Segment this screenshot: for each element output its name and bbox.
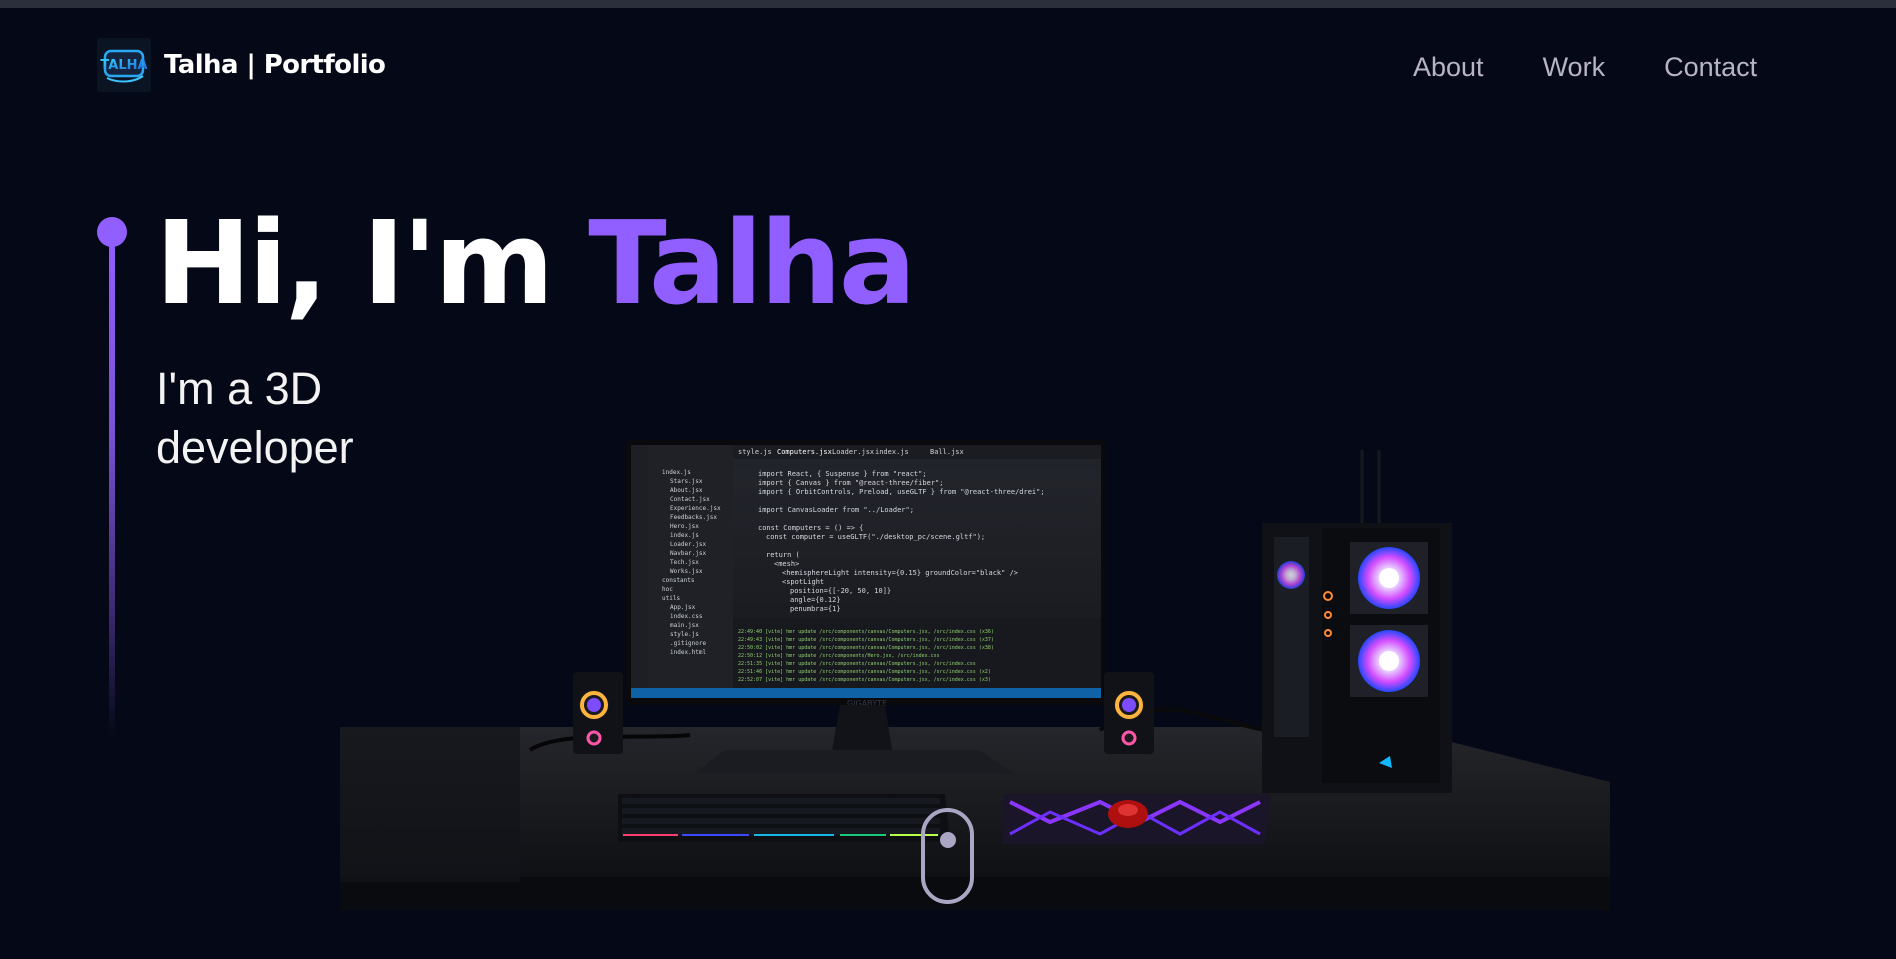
desk-front	[340, 877, 1610, 910]
svg-text:penumbra={1}: penumbra={1}	[790, 605, 841, 613]
svg-text:App.jsx: App.jsx	[670, 604, 696, 611]
right-speaker	[1104, 672, 1154, 754]
svg-text:22:51:35 [vite] hmr update /sr: 22:51:35 [vite] hmr update /src/componen…	[738, 661, 976, 667]
svg-text:.gitignore: .gitignore	[670, 640, 707, 647]
svg-text:Hero.jsx: Hero.jsx	[670, 523, 699, 530]
svg-text:22:49:40 [vite] hmr update /sr: 22:49:40 [vite] hmr update /src/componen…	[738, 629, 994, 635]
svg-text:22:50:12 [vite] hmr update /sr: 22:50:12 [vite] hmr update /src/componen…	[738, 653, 940, 659]
left-speaker	[573, 672, 623, 754]
hero-title-name: Talha	[588, 197, 916, 331]
svg-text:import CanvasLoader from "../L: import CanvasLoader from "../Loader";	[758, 506, 914, 514]
svg-text:Feedbacks.jsx: Feedbacks.jsx	[670, 514, 717, 521]
svg-text:Loader.jsx: Loader.jsx	[832, 448, 874, 456]
svg-text:Navbar.jsx: Navbar.jsx	[670, 550, 707, 557]
svg-text:hoc: hoc	[662, 586, 673, 593]
pc-case	[1262, 450, 1452, 793]
svg-text:style.js: style.js	[670, 631, 699, 638]
svg-text:22:51:46 [vite] hmr update /sr: 22:51:46 [vite] hmr update /src/componen…	[738, 669, 991, 675]
svg-text:index.js: index.js	[875, 448, 909, 456]
svg-text:Contact.jsx: Contact.jsx	[670, 496, 710, 503]
3d-desk-scene[interactable]: style.js Computers.jsx Loader.jsx index.…	[340, 430, 1630, 910]
svg-text:Stars.jsx: Stars.jsx	[670, 478, 703, 485]
svg-text:<hemisphereLight intensity={0.: <hemisphereLight intensity={0.15} ground…	[782, 569, 1018, 577]
monitor-stand	[832, 705, 892, 750]
svg-text:Tech.jsx: Tech.jsx	[670, 559, 699, 566]
svg-text:<mesh>: <mesh>	[774, 560, 799, 568]
svg-text:22:49:43 [vite] hmr update /sr: 22:49:43 [vite] hmr update /src/componen…	[738, 637, 994, 643]
hero-accent-line	[97, 217, 127, 737]
svg-text:import React, { Suspense } fro: import React, { Suspense } from "react";	[758, 470, 927, 478]
svg-text:constants: constants	[662, 577, 695, 584]
svg-text:import { Canvas } from "@react: import { Canvas } from "@react-three/fib…	[758, 479, 943, 487]
svg-text:index.js: index.js	[662, 469, 691, 476]
svg-text:import { OrbitControls, Preloa: import { OrbitControls, Preload, useGLTF…	[758, 488, 1045, 496]
accent-bar	[109, 241, 115, 737]
mouse-scroll-icon[interactable]	[921, 808, 974, 904]
mousepad	[1002, 794, 1270, 844]
svg-text:return (: return (	[766, 551, 800, 559]
svg-text:index.css: index.css	[670, 613, 703, 620]
svg-text:main.jsx: main.jsx	[670, 622, 699, 629]
svg-text:22:50:02 [vite] hmr update /sr: 22:50:02 [vite] hmr update /src/componen…	[738, 645, 994, 651]
svg-text:index.html: index.html	[670, 649, 707, 656]
svg-text:const computer = useGLTF("./de: const computer = useGLTF("./desktop_pc/s…	[766, 533, 985, 541]
svg-text:utils: utils	[662, 595, 680, 602]
svg-text:Ball.jsx: Ball.jsx	[930, 448, 964, 456]
scroll-dot	[940, 832, 956, 848]
hero-section: Hi, I'm Talha I'm a 3D developer style.j…	[0, 0, 1896, 959]
svg-text:About.jsx: About.jsx	[670, 487, 703, 494]
svg-text:Loader.jsx: Loader.jsx	[670, 541, 707, 548]
svg-text:index.js: index.js	[670, 532, 699, 539]
svg-text:position={[-20, 50, 10]}: position={[-20, 50, 10]}	[790, 587, 891, 595]
svg-text:const Computers = () => {: const Computers = () => {	[758, 524, 863, 532]
keyboard	[618, 794, 950, 842]
svg-text:Works.jsx: Works.jsx	[670, 568, 703, 575]
svg-text:style.js: style.js	[738, 448, 772, 456]
hero-title-prefix: Hi, I'm	[155, 197, 589, 331]
svg-text:<spotLight: <spotLight	[782, 578, 824, 586]
svg-text:Computers.jsx: Computers.jsx	[777, 448, 832, 456]
monitor-base	[695, 750, 1012, 773]
scene-svg: style.js Computers.jsx Loader.jsx index.…	[340, 440, 1610, 910]
svg-text:Experience.jsx: Experience.jsx	[670, 505, 721, 512]
hero-title: Hi, I'm Talha	[155, 201, 916, 328]
svg-text:angle={0.12}: angle={0.12}	[790, 596, 841, 604]
svg-text:22:52:07 [vite] hmr update /sr: 22:52:07 [vite] hmr update /src/componen…	[738, 677, 991, 683]
